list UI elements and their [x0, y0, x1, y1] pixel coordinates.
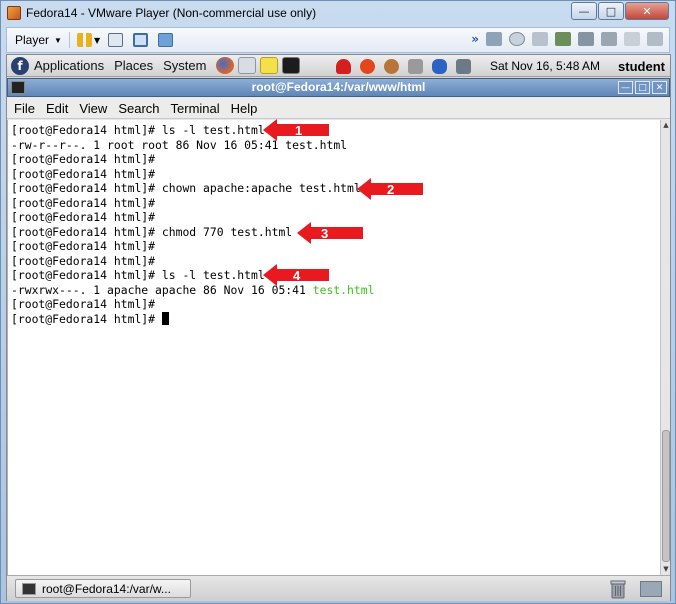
vm-window-title: Fedora14 - VMware Player (Non-commercial… — [26, 6, 317, 20]
notes-icon[interactable] — [260, 57, 279, 74]
menu-help[interactable]: Help — [231, 101, 258, 116]
vmware-app-icon — [7, 6, 21, 20]
menu-search[interactable]: Search — [118, 101, 159, 116]
terminal-launcher-icon[interactable] — [282, 57, 301, 74]
terminal-output[interactable]: [root@Fedora14 html]# ls -l test.html -r… — [7, 119, 660, 575]
fedora-logo-icon: f — [11, 56, 29, 75]
menu-system[interactable]: System — [163, 58, 206, 73]
pause-icon[interactable] — [76, 33, 92, 47]
terminal-prompt: [root@Fedora14 html]# — [11, 311, 162, 326]
terminal-line: [root@Fedora14 html]# ls -l test.html — [11, 123, 265, 137]
annotation-arrow: 2 — [357, 178, 423, 200]
network-status-icon[interactable] — [455, 58, 471, 74]
update-icon[interactable] — [359, 58, 375, 74]
alert-icon[interactable] — [335, 58, 351, 74]
bluetooth-icon[interactable] — [431, 58, 447, 74]
display-icon[interactable] — [647, 32, 663, 46]
firefox-icon[interactable] — [216, 57, 235, 74]
terminal-minimize-button[interactable]: — — [618, 81, 633, 94]
terminal-line: [root@Fedora14 html]# — [11, 253, 156, 268]
terminal-line: [root@Fedora14 html]# — [11, 239, 156, 253]
send-ctrl-alt-del-icon[interactable] — [108, 33, 124, 47]
floppy-icon[interactable] — [532, 32, 548, 46]
trash-icon[interactable] — [610, 579, 626, 599]
terminal-scrollbar[interactable]: ▲ ▼ — [660, 120, 670, 575]
terminal-line: [root@Fedora14 html]# — [11, 210, 156, 224]
terminal-close-button[interactable]: ✕ — [652, 81, 667, 94]
vmware-player-window: Fedora14 - VMware Player (Non-commercial… — [0, 0, 676, 604]
annotation-arrow: 3 — [297, 222, 363, 244]
printer-icon[interactable] — [578, 32, 594, 46]
terminal-cursor — [161, 311, 169, 325]
gnome-bottom-panel: root@Fedora14:/var/w... — [7, 575, 670, 601]
scroll-up-icon[interactable]: ▲ — [661, 120, 671, 131]
vm-window-controls: — □ ✕ — [570, 2, 669, 20]
fullscreen-icon[interactable] — [133, 33, 149, 47]
terminal-line: [root@Fedora14 html]# — [11, 311, 169, 327]
terminal-line: [root@Fedora14 html]# — [11, 152, 156, 166]
terminal-titlebar: root@Fedora14:/var/www/html — □ ✕ — [7, 78, 670, 97]
scroll-down-icon[interactable]: ▼ — [661, 564, 671, 575]
menu-edit[interactable]: Edit — [46, 101, 68, 116]
panel-username[interactable]: student — [618, 59, 665, 74]
annotation-arrow: 1 — [263, 119, 329, 141]
annotation-arrow: 4 — [263, 264, 329, 286]
player-menu-button[interactable]: Player ▼ — [15, 33, 62, 47]
player-menu-label: Player — [15, 33, 50, 47]
menu-file[interactable]: File — [14, 101, 35, 116]
close-button[interactable]: ✕ — [625, 2, 669, 20]
email-icon[interactable] — [238, 57, 257, 74]
hdd-icon[interactable] — [486, 32, 502, 46]
vm-toolbar: Player ▼ ▼ » — [6, 27, 670, 53]
panel-clock[interactable]: Sat Nov 16, 5:48 AM — [490, 59, 600, 73]
chevron-down-icon: ▼ — [54, 35, 62, 45]
terminal-line: [root@Fedora14 html]# chown apache:apach… — [11, 181, 361, 195]
chevron-down-icon[interactable]: ▼ — [94, 36, 100, 45]
terminal-line: [root@Fedora14 html]# — [11, 195, 156, 210]
terminal-window: root@Fedora14:/var/www/html — □ ✕ File E… — [7, 78, 670, 575]
menu-places[interactable]: Places — [114, 58, 153, 73]
maximize-button[interactable]: □ — [598, 2, 624, 20]
menu-view[interactable]: View — [79, 101, 107, 116]
arrow-label: 4 — [293, 268, 301, 283]
taskbar-terminal-label: root@Fedora14:/var/w... — [42, 581, 171, 596]
arrow-label: 2 — [387, 182, 394, 197]
unity-icon[interactable] — [158, 33, 174, 47]
guest-desktop: f Applications Places System Sat Nov 16,… — [6, 54, 671, 601]
volume-icon[interactable] — [407, 58, 423, 74]
panel-tray: Sat Nov 16, 5:48 AM student — [335, 55, 665, 77]
terminal-line: [root@Fedora14 html]# — [11, 166, 156, 181]
scrollbar-thumb[interactable] — [662, 430, 670, 562]
arrow-label: 1 — [295, 123, 302, 138]
arrow-label: 3 — [321, 226, 328, 241]
terminal-line: [root@Fedora14 html]# chmod 770 test.htm… — [11, 224, 293, 239]
network-icon[interactable] — [555, 32, 571, 46]
terminal-line: [root@Fedora14 html]# — [11, 297, 156, 311]
menu-applications[interactable]: Applications — [34, 58, 104, 73]
sound-icon[interactable] — [601, 32, 617, 46]
package-icon[interactable] — [383, 58, 399, 74]
terminal-window-controls: — □ ✕ — [616, 81, 667, 94]
forward-icon[interactable]: » — [471, 32, 479, 46]
taskbar-terminal-button[interactable]: root@Fedora14:/var/w... — [15, 579, 191, 598]
workspace-switcher[interactable] — [640, 581, 662, 597]
cdrom-icon[interactable] — [509, 32, 525, 46]
terminal-icon — [22, 582, 36, 595]
vm-titlebar: Fedora14 - VMware Player (Non-commercial… — [1, 1, 675, 25]
usb-icon[interactable] — [624, 32, 640, 46]
device-icons: » — [471, 32, 663, 46]
gnome-top-panel: f Applications Places System Sat Nov 16,… — [7, 55, 670, 77]
arrow-shape — [297, 222, 363, 244]
terminal-title: root@Fedora14:/var/www/html — [251, 80, 426, 94]
terminal-menubar: File Edit View Search Terminal Help — [7, 98, 670, 119]
menu-terminal[interactable]: Terminal — [171, 101, 220, 116]
toolbar-divider — [68, 32, 70, 48]
terminal-maximize-button[interactable]: □ — [635, 81, 650, 94]
terminal-line: [root@Fedora14 html]# ls -l test.html — [11, 268, 265, 282]
minimize-button[interactable]: — — [571, 2, 597, 20]
